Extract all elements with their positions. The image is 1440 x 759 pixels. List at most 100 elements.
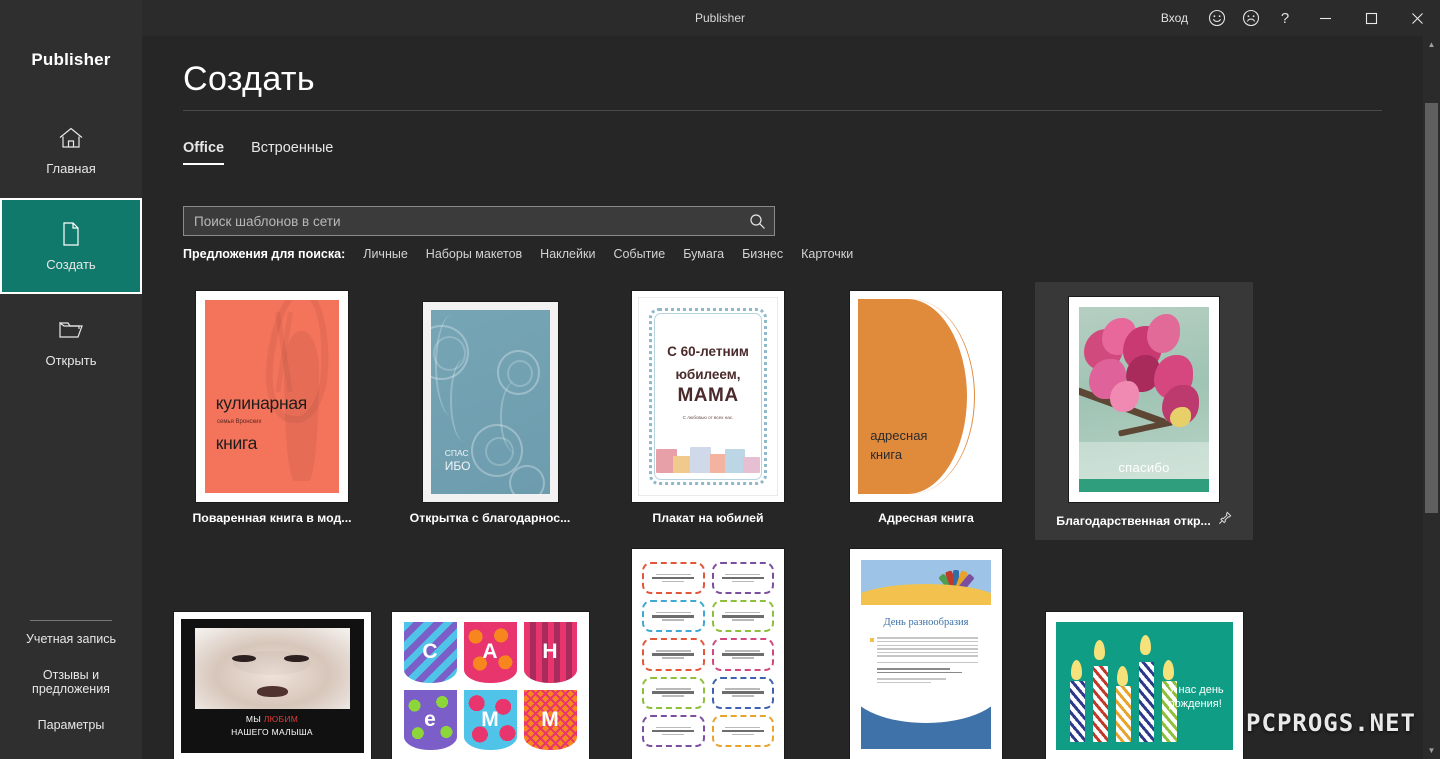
thankyou-line1: СПАС [444,448,469,459]
template-thumbnail: адресная книга [821,290,1031,502]
suggestion-cards[interactable]: Карточки [801,247,853,261]
suggestion-layout-sets[interactable]: Наборы макетов [426,247,522,261]
suggestion-business[interactable]: Бизнес [742,247,783,261]
sidebar: Publisher Главная Создать Открыть Учетна… [0,0,142,759]
template-caption-row: Адресная книга [821,511,1031,525]
garland-letter: М [481,707,499,731]
template-card-birthday-invitation[interactable]: У нас деньрождения! Приглашение на празд… [1035,540,1253,759]
thankyou-flowers-art: спасибо [1069,297,1219,502]
smiley-face-icon[interactable] [1200,0,1234,36]
template-caption-row: Благодарственная откр... [1039,511,1249,530]
maximize-button[interactable] [1348,0,1394,36]
template-card-baby-album[interactable]: МЫ ЛЮБИМ НАШЕГО МАЛЫША Фотоальбом для ма… [163,540,381,759]
template-card-address-book[interactable]: адресная книга Адресная книга [817,282,1035,540]
suggestions-label: Предложения для поиска: [183,247,346,261]
template-thumbnail: кулинарная семья Вронских книга [167,290,377,502]
scroll-up-arrow-icon[interactable]: ▲ [1423,36,1440,53]
sidebar-item-label: Главная [46,161,96,176]
addressbook-line1: адресная [870,427,928,443]
close-button[interactable] [1394,0,1440,36]
cookbook-art: кулинарная семья Вронских книга [196,291,348,502]
cookbook-line3: книга [215,433,258,454]
sidebar-item-label: Создать [46,257,96,272]
search-templates-box[interactable] [183,206,775,236]
template-caption: Открытка с благодарнос... [409,511,571,525]
template-source-tabs: Office Встроенные [183,140,333,165]
template-caption-row: Открытка с благодарнос... [385,511,595,525]
sidebar-item-account[interactable]: Учетная запись [0,621,142,657]
gift-coupons-art [632,549,784,759]
birthday-text: У нас день рождения! [1168,684,1224,711]
sign-in-button[interactable]: Вход [1149,0,1200,36]
sidebar-item-options[interactable]: Параметры [0,707,142,743]
home-icon [57,124,85,152]
template-caption: Плакат на юбилей [652,511,764,525]
garland-letter: А [482,640,498,664]
suggestion-event[interactable]: Событие [613,247,665,261]
address-book-art: адресная книга [850,291,1002,502]
sidebar-item-feedback[interactable]: Отзывы и предложения [0,657,142,707]
template-thumbnail: МЫ ЛЮБИМ НАШЕГО МАЛЫША [167,548,377,759]
main-content: Создать Office Встроенные Предложения дл… [142,36,1440,759]
thankyou-line2: ИБО [444,458,471,473]
baby-album-art: МЫ ЛЮБИМ НАШЕГО МАЛЫША [173,612,371,759]
suggestion-stickers[interactable]: Наклейки [540,247,595,261]
template-caption-row: Плакат на юбилей [603,511,813,525]
help-icon[interactable]: ? [1268,0,1302,36]
template-card-event-flyer[interactable]: День разнообразия [817,540,1035,759]
garland-letter: е [424,707,436,731]
frowning-face-icon[interactable] [1234,0,1268,36]
search-icon[interactable] [740,207,774,235]
event-flyer-art: День разнообразия [850,549,1002,759]
garland-letter: С [422,640,438,664]
search-input[interactable] [184,213,740,229]
pin-icon[interactable] [1218,511,1232,530]
sidebar-item-label: Открыть [45,353,97,368]
suggestion-paper[interactable]: Бумага [683,247,724,261]
cookbook-line1: кулинарная [215,392,308,413]
scrollbar-thumb[interactable] [1425,103,1438,513]
template-card-thankyou[interactable]: СПАС ИБО Открытка с благодарнос... [381,282,599,540]
template-caption: Благодарственная откр... [1056,513,1211,528]
poster-line3: МАМА [677,385,739,407]
template-card-cookbook[interactable]: кулинарная семья Вронских книга Поваренн… [163,282,381,540]
template-card-gift-coupons[interactable]: Подарочные купоны [599,540,817,759]
template-row: МЫ ЛЮБИМ НАШЕГО МАЛЫША Фотоальбом для ма… [163,540,1408,759]
template-caption-row: Поваренная книга в мод... [167,511,377,525]
addressbook-line2: книга [870,447,903,463]
template-caption: Адресная книга [878,511,974,525]
search-suggestions: Предложения для поиска: Личные Наборы ма… [183,247,853,261]
poster-line2: юбилеем, [675,366,741,382]
baby-line1: МЫ ЛЮБИМ [245,714,299,725]
minimize-button[interactable] [1302,0,1348,36]
poster-line4: С любовью от всех нас. [682,415,734,421]
garland-letter: Н [542,640,558,664]
template-card-thankyou-flowers[interactable]: спасибо Благодарственная откр... [1035,282,1253,540]
tab-builtin[interactable]: Встроенные [251,140,333,165]
sidebar-item-open[interactable]: Открыть [0,294,142,390]
template-card-garland[interactable]: С А Н е М М [381,540,599,759]
template-thumbnail: С А Н е М М [385,548,595,759]
vertical-scrollbar[interactable]: ▲ ▼ [1423,36,1440,759]
template-card-anniversary-poster[interactable]: С 60-летним юбилеем, МАМА С любовью от в… [599,282,817,540]
template-thumbnail: спасибо [1039,290,1249,502]
template-thumbnail: У нас день рождения! [1039,548,1249,759]
template-row: кулинарная семья Вронских книга Поваренн… [163,282,1408,540]
scroll-down-arrow-icon[interactable]: ▼ [1423,742,1440,759]
tab-office[interactable]: Office [183,140,225,165]
sidebar-footer: Учетная запись Отзывы и предложения Пара… [0,620,142,743]
title-bar-actions: Вход ? [1149,0,1440,36]
template-thumbnail: День разнообразия [821,548,1031,759]
scrollbar-track[interactable] [1423,53,1440,742]
page-title: Создать [183,60,316,98]
cookbook-line2: семья Вронских [217,418,262,425]
sidebar-item-home[interactable]: Главная [0,102,142,198]
flowers-thanks-label: спасибо [1118,460,1170,476]
sidebar-item-new[interactable]: Создать [0,198,142,294]
poster-gifts [655,432,761,474]
suggestion-personal[interactable]: Личные [363,247,408,261]
thankyou-card-art: СПАС ИБО [422,302,558,502]
title-divider [183,110,1382,111]
template-grid: кулинарная семья Вронских книга Поваренн… [163,282,1408,759]
birthday-invitation-art: У нас день рождения! [1045,612,1243,759]
